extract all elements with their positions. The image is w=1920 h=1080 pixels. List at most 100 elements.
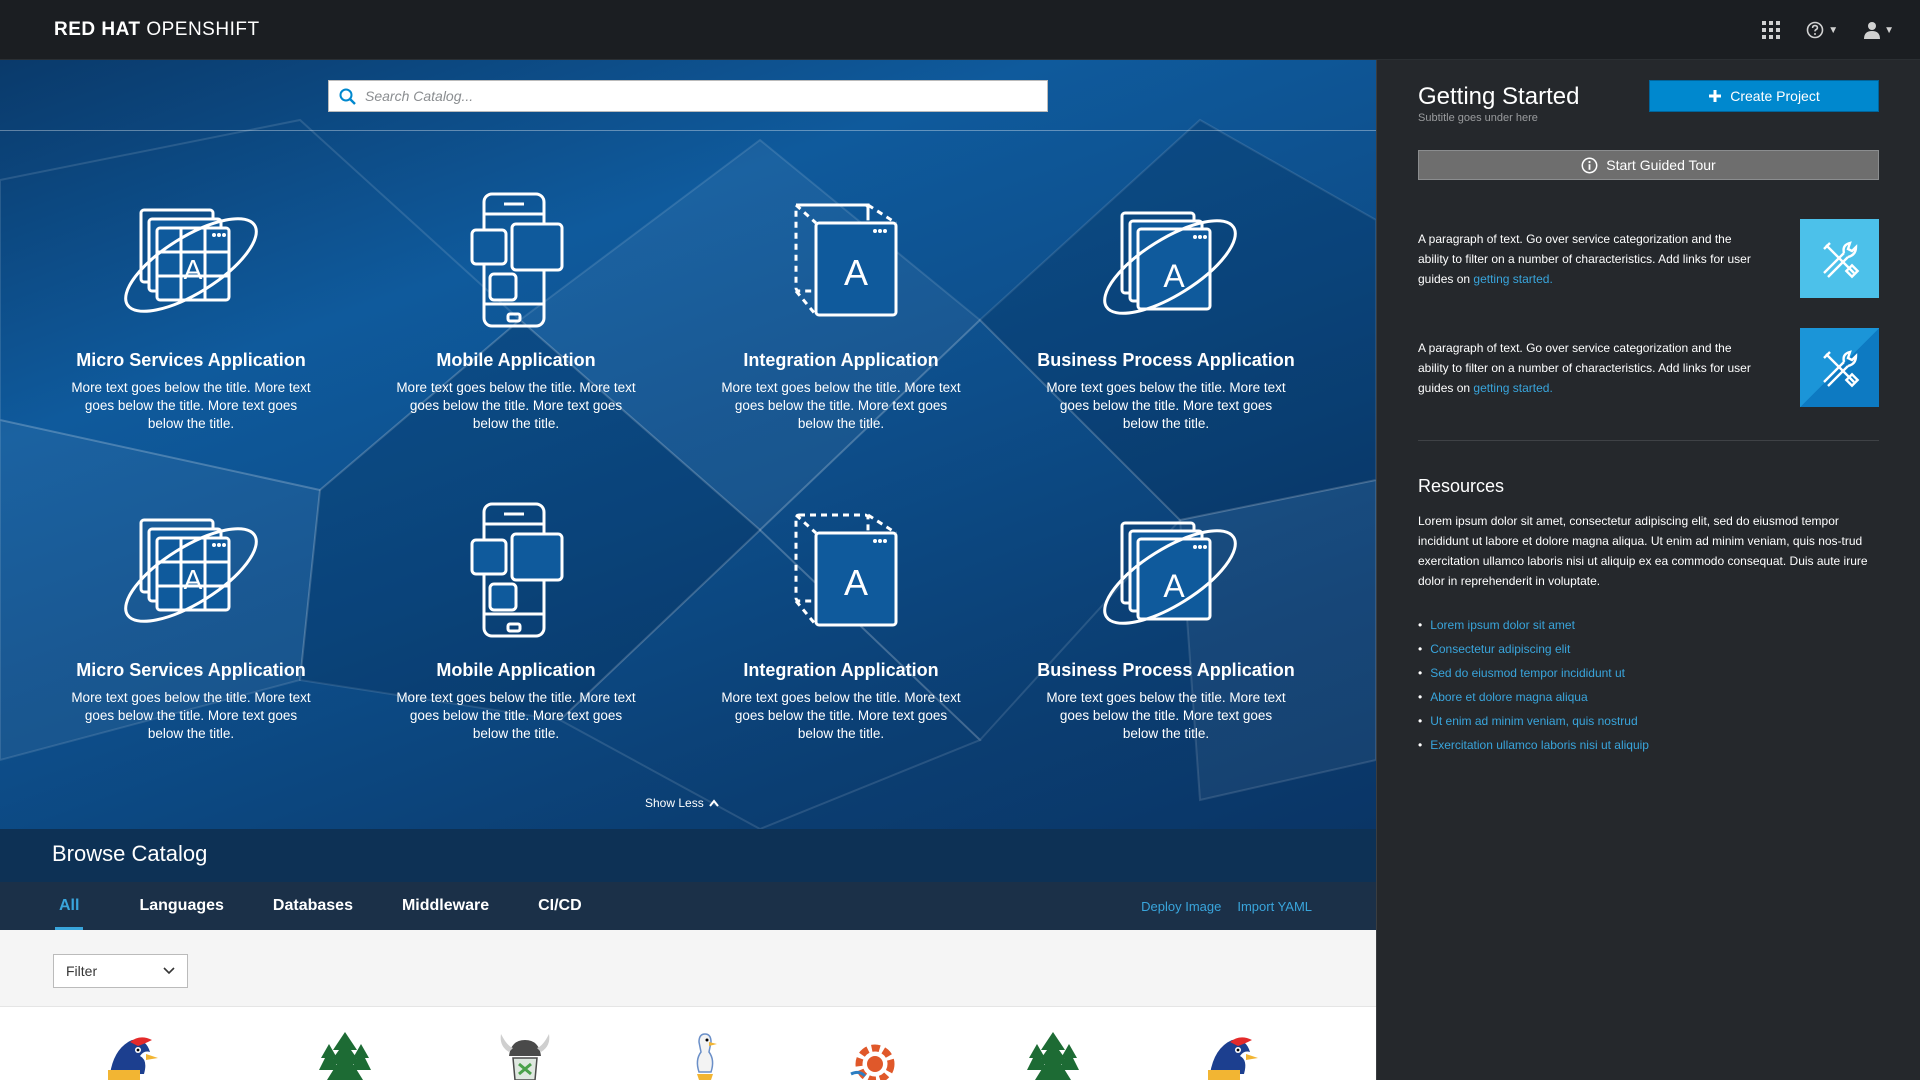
tile-description: More text goes below the title. More tex… [396,380,636,431]
getting-started-item: A paragraph of text. Go over service cat… [1418,219,1879,299]
resource-link[interactable]: Abore et dolore magna aliqua [1418,685,1879,709]
help-icon [1806,21,1824,39]
hero-banner: A Micro Services Application More text g… [0,60,1376,829]
browse-catalog-header: Browse Catalog [0,829,1376,882]
user-menu-button[interactable]: ▼ [1864,21,1894,39]
resources-links: Lorem ipsum dolor sit amet Consectetur a… [1418,613,1879,757]
svg-text:A: A [844,252,868,293]
chevron-down-icon: ▼ [1828,24,1839,36]
microservices-icon: A [124,208,258,313]
getting-started-link[interactable]: getting started. [1473,381,1552,395]
start-guided-tour-button[interactable]: Start Guided Tour [1418,150,1879,180]
show-less-label: Show Less [645,796,704,810]
tab-databases[interactable]: Databases [273,882,353,930]
create-project-button[interactable]: Create Project [1649,80,1879,112]
bird-logo-icon[interactable] [675,1030,735,1080]
svg-text:A: A [1163,568,1185,604]
tile-title: Business Process Application [1037,350,1295,370]
tile-business-process[interactable]: A Business Process Application More text… [1016,495,1316,743]
mobile-icon [470,192,564,328]
tile-title: Mobile Application [436,660,596,680]
catalog-content: Filter [0,930,1376,1080]
tools-icon [1822,349,1859,387]
app-launcher-button[interactable] [1762,21,1781,39]
resource-link[interactable]: Ut enim ad minim veniam, quis nostrud [1418,709,1879,733]
tile-title: Business Process Application [1037,660,1295,680]
gear-logo-icon[interactable] [845,1030,905,1080]
tile-integration[interactable]: A Integration Application More text goes… [691,495,991,743]
nav-actions: ▼ ▼ [1762,0,1894,60]
start-guided-tour-label: Start Guided Tour [1606,157,1716,173]
getting-started-item: A paragraph of text. Go over service cat… [1418,328,1879,408]
tab-label: Middleware [401,897,490,914]
user-icon [1864,22,1881,39]
tile-mobile[interactable]: Mobile Application More text goes below … [366,185,666,433]
grid-icon [1762,21,1781,39]
business-process-icon: A [1103,211,1237,315]
tile-description: More text goes below the title. More tex… [721,380,961,431]
tab-ci-cd[interactable]: CI/CD [538,882,582,930]
resource-link[interactable]: Sed do eiusmod tempor incididunt ut [1418,661,1879,685]
tile-mobile[interactable]: Mobile Application More text goes below … [366,495,666,743]
deploy-image-link[interactable]: Deploy Image [1141,899,1221,914]
search-input[interactable] [365,82,1047,110]
tile-micro-services[interactable]: A Micro Services Application More text g… [41,185,341,433]
tree-logo-icon[interactable] [315,1030,375,1080]
tools-icon [1822,240,1859,278]
item-thumbnail [1800,328,1879,407]
tile-description: More text goes below the title. More tex… [721,690,961,741]
tile-integration[interactable]: A Integration Application More text goes… [691,185,991,433]
create-project-label: Create Project [1730,88,1820,104]
tab-label: CI/CD [538,897,582,914]
filter-dropdown[interactable]: Filter [53,954,188,988]
tab-label: Languages [139,897,224,914]
resource-link[interactable]: Exercitation ullamco laboris nisi ut ali… [1418,733,1879,757]
diffy-logo-icon[interactable] [100,1030,160,1080]
catalog-items [0,1030,1376,1080]
search-icon [339,88,356,105]
resources-title: Resources [1418,476,1505,496]
tile-micro-services[interactable]: A Micro Services Application More text g… [41,495,341,743]
tab-middleware[interactable]: Middleware [402,882,489,930]
integration-icon: A [794,203,898,317]
resource-link[interactable]: Lorem ipsum dolor sit amet [1418,613,1879,637]
tree-logo-icon[interactable] [1023,1030,1083,1080]
show-less-toggle[interactable]: Show Less [645,796,719,810]
tile-description: More text goes below the title. More tex… [71,380,311,431]
tab-label: All [59,897,80,914]
catalog-search[interactable] [328,80,1048,112]
import-yaml-link[interactable]: Import YAML [1237,899,1312,914]
svg-text:A: A [844,562,868,603]
info-icon [1581,157,1598,173]
diffy-logo-icon[interactable] [1200,1030,1260,1080]
tile-description: More text goes below the title. More tex… [1046,690,1286,741]
tile-title: Mobile Application [436,350,596,370]
resource-link[interactable]: Consectetur adipiscing elit [1418,637,1879,661]
tab-all[interactable]: All [54,882,85,930]
tile-description: More text goes below the title. More tex… [71,690,311,741]
chevron-down-icon [163,967,175,975]
browse-catalog-title: Browse Catalog [52,841,208,866]
getting-started-text: A paragraph of text. Go over service cat… [1418,229,1763,289]
tile-title: Micro Services Application [76,660,306,680]
tile-title: Integration Application [743,660,939,680]
brand-logo[interactable]: RED HAT OPENSHIFT [54,19,260,41]
chevron-down-icon: ▼ [1884,24,1894,36]
getting-started-link[interactable]: getting started. [1473,272,1552,286]
mobile-icon [470,502,564,638]
main-area: A Micro Services Application More text g… [0,60,1376,1080]
hero-divider [0,130,1376,131]
brand-thin: OPENSHIFT [146,18,260,40]
tile-description: More text goes below the title. More tex… [396,690,636,741]
tab-languages[interactable]: Languages [139,882,223,930]
plus-icon [1709,90,1722,102]
tile-business-process[interactable]: A Business Process Application More text… [1016,185,1316,433]
help-menu-button[interactable]: ▼ [1806,21,1838,39]
integration-icon: A [794,513,898,627]
panel-title: Getting Started [1418,83,1580,110]
catalog-tabs: All Languages Databases Middleware CI/CD… [0,882,1376,930]
viking-logo-icon[interactable] [495,1030,555,1080]
microservices-icon: A [124,518,258,623]
item-text: A paragraph of text. Go over service cat… [1418,232,1751,286]
resources-text: Lorem ipsum dolor sit amet, consectetur … [1418,514,1868,588]
